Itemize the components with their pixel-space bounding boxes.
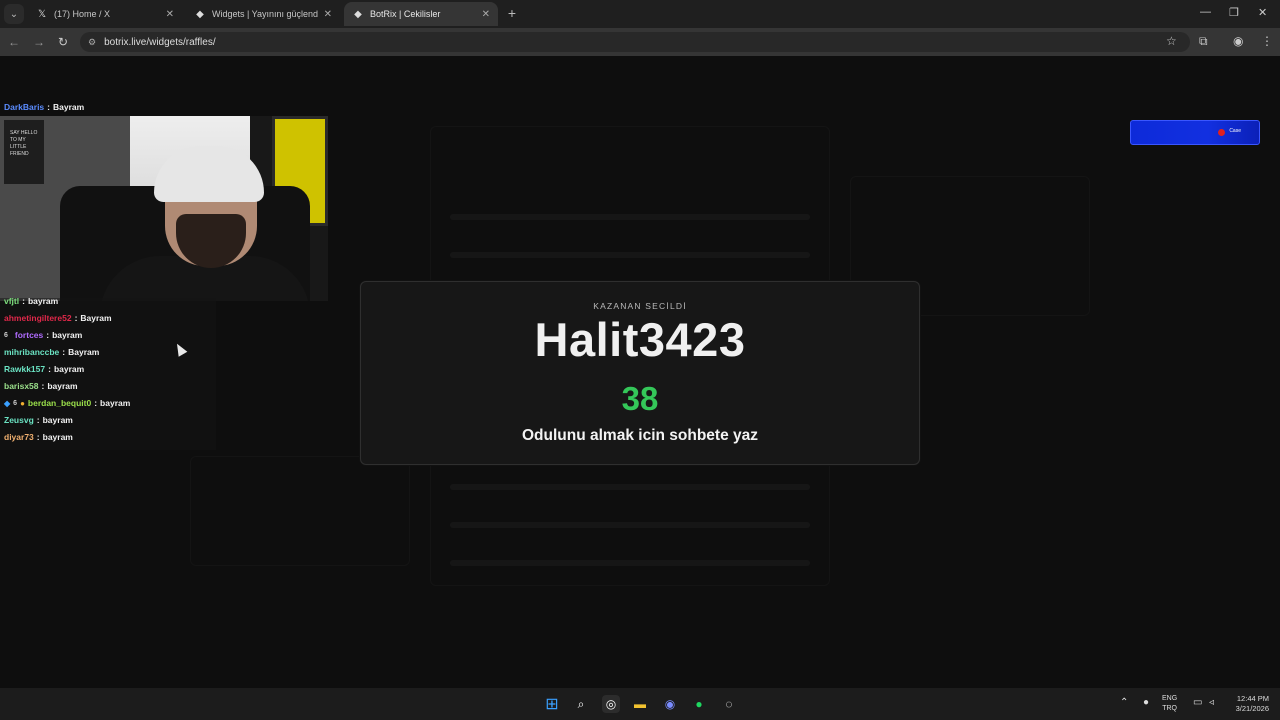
chat-username: ahmetingiltere52 xyxy=(4,313,72,323)
windows-taskbar: ⊞ ⌕ ◎ ▬ ◉ ● ◌ ⌃ ● ENG TRQ ▭ ◃ 12:44 PM 3… xyxy=(0,688,1280,720)
sponsor-text: Case xyxy=(1229,128,1241,134)
countdown-timer: 38 xyxy=(621,380,659,417)
file-explorer-icon[interactable]: ▬ xyxy=(631,695,649,713)
profile-avatar-icon[interactable]: ◉ xyxy=(1233,34,1243,48)
chat-username: barisx58 xyxy=(4,381,39,391)
tab-x-home[interactable]: 𝕏 (17) Home / X ✕ xyxy=(28,2,182,26)
chat-message: barisx58: bayram xyxy=(4,381,78,391)
chat-message: vfjtl: bayram xyxy=(4,296,59,306)
spotify-icon[interactable]: ● xyxy=(690,695,708,713)
chat-username: Rawkk157 xyxy=(4,364,46,374)
chat-username: DarkBaris xyxy=(4,102,45,112)
dim-row xyxy=(450,214,810,220)
chat-message: ahmetingiltere52: Bayram xyxy=(4,313,112,323)
sponsor-logo-icon xyxy=(1218,129,1225,136)
chat-badge-icon: 6 xyxy=(4,331,8,339)
clock-time: 12:44 PM xyxy=(1236,694,1269,703)
winner-username: Halit3423 xyxy=(534,313,746,366)
page-viewport: Case SAY HELLO TO MY LITTLE FRIEND DarkB… xyxy=(0,56,1280,688)
close-icon[interactable]: ✕ xyxy=(482,9,490,20)
menu-dots-icon[interactable]: ⋮ xyxy=(1261,34,1273,48)
language-indicator[interactable]: ENG TRQ xyxy=(1162,694,1177,714)
chat-message: DarkBaris: Bayram xyxy=(4,102,85,112)
tab-search-button[interactable]: ⌄ xyxy=(4,4,24,24)
chat-text: Bayram xyxy=(53,102,85,112)
chat-text: bayram xyxy=(47,381,78,391)
chat-message: Rawkk157: bayram xyxy=(4,364,85,374)
tab-botrix-raffles[interactable]: ◆ BotRix | Cekilisler ✕ xyxy=(344,2,498,26)
chat-text: bayram xyxy=(52,330,83,340)
botrix-icon: ◆ xyxy=(354,8,362,20)
minimize-icon[interactable]: — xyxy=(1200,6,1211,18)
winner-selected-label: KAZANAN SECİLDİ xyxy=(593,301,687,311)
chat-username: fortces xyxy=(14,330,44,340)
forward-arrow-icon[interactable]: → xyxy=(31,34,47,50)
claim-instruction: Odulunu almak icin sohbete yaz xyxy=(522,427,758,444)
window-close-icon[interactable]: ✕ xyxy=(1258,6,1267,19)
browser-toolbar: ← → ↻ ⚙ botrix.live/widgets/raffles/ ☆ ⧉… xyxy=(0,28,1280,56)
steam-icon[interactable]: ◌ xyxy=(720,695,738,713)
windows-start-icon[interactable]: ⊞ xyxy=(543,695,561,713)
language-code: ENG xyxy=(1162,695,1178,702)
chat-message: ◆ 6 ● berdan_bequit0: bayram xyxy=(4,398,131,408)
chat-text: bayram xyxy=(42,432,73,442)
chat-text: Bayram xyxy=(80,313,112,323)
dim-row xyxy=(450,560,810,566)
new-tab-button[interactable]: + xyxy=(504,5,520,21)
raffle-winner-card: KAZANAN SECİLDİ Halit3423 38 Odulunu alm… xyxy=(360,281,920,465)
dim-row xyxy=(450,252,810,258)
chat-text: bayram xyxy=(42,415,73,425)
chat-text: Bayram xyxy=(68,347,100,357)
keyboard-layout: TRQ xyxy=(1162,705,1177,712)
chat-text: bayram xyxy=(100,398,131,408)
chat-username: mihribanccbe xyxy=(4,347,60,357)
chat-message: 6 fortces: bayram xyxy=(4,330,83,340)
network-icon[interactable]: ▭ xyxy=(1193,697,1202,708)
system-clock[interactable]: 12:44 PM 3/21/2026 xyxy=(1225,694,1269,714)
browser-window: ⌄ 𝕏 (17) Home / X ✕ ◆ Widgets | Yayınını… xyxy=(0,0,1280,720)
tab-bar: ⌄ 𝕏 (17) Home / X ✕ ◆ Widgets | Yayınını… xyxy=(0,0,1280,28)
sponsor-banner: Case xyxy=(1130,120,1260,145)
chat-message: diyar73: bayram xyxy=(4,432,73,442)
volume-icon[interactable]: ◃ xyxy=(1209,697,1214,708)
chat-username: diyar73 xyxy=(4,432,34,442)
x-logo-icon: 𝕏 xyxy=(37,8,47,20)
dim-row xyxy=(450,484,810,490)
close-icon[interactable]: ✕ xyxy=(166,9,174,20)
address-bar[interactable]: ⚙ botrix.live/widgets/raffles/ xyxy=(80,32,1190,52)
chat-message: mihribanccbe: Bayram xyxy=(4,347,100,357)
tab-title: Widgets | Yayınını güçlendirmek xyxy=(212,9,318,19)
reload-icon[interactable]: ↻ xyxy=(55,34,71,50)
microphone-icon[interactable]: ● xyxy=(1143,697,1149,708)
extensions-icon[interactable]: ⧉ xyxy=(1199,34,1208,49)
shield-badge-icon: ◆ xyxy=(4,398,11,408)
tab-title: BotRix | Cekilisler xyxy=(370,9,441,19)
botrix-icon: ◆ xyxy=(196,8,204,20)
url-text: botrix.live/widgets/raffles/ xyxy=(104,36,216,48)
coin-badge-icon: ● xyxy=(20,398,25,408)
bookmark-star-icon[interactable]: ☆ xyxy=(1166,34,1177,48)
discord-icon[interactable]: ◉ xyxy=(661,695,679,713)
dim-row xyxy=(450,522,810,528)
chat-message: Zeusvg: bayram xyxy=(4,415,73,425)
restore-icon[interactable]: ❐ xyxy=(1229,6,1239,19)
chat-username: vfjtl xyxy=(4,296,20,306)
close-icon[interactable]: ✕ xyxy=(324,9,332,20)
chat-text: bayram xyxy=(53,364,85,374)
tab-widgets[interactable]: ◆ Widgets | Yayınını güçlendirmek ✕ xyxy=(186,2,340,26)
site-info-icon[interactable]: ⚙ xyxy=(88,37,96,48)
back-arrow-icon[interactable]: ← xyxy=(6,34,22,50)
search-icon[interactable]: ⌕ xyxy=(572,695,590,713)
chat-text: bayram xyxy=(27,296,59,306)
dim-panel xyxy=(190,456,410,566)
tray-overflow-icon[interactable]: ⌃ xyxy=(1120,697,1128,708)
chat-username: Zeusvg xyxy=(4,415,34,425)
clock-date: 3/21/2026 xyxy=(1235,704,1269,713)
chat-badge-icon: 6 xyxy=(13,399,18,407)
chrome-icon[interactable]: ◎ xyxy=(602,695,620,713)
chat-overlay: DarkBaris: Bayram vfjtl: bayram ahmetingil… xyxy=(0,102,216,452)
chat-username: berdan_bequit0 xyxy=(27,398,92,408)
tab-title: (17) Home / X xyxy=(54,9,111,19)
